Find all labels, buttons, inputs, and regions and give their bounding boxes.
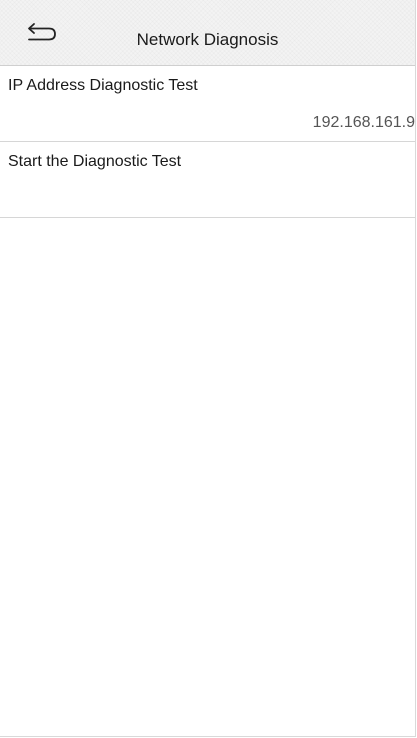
- back-arrow-icon: [20, 20, 60, 50]
- back-button[interactable]: [20, 20, 60, 50]
- menu-item-label: Start the Diagnostic Test: [8, 153, 182, 170]
- page-title: Network Diagnosis: [136, 30, 279, 49]
- menu-item-label: IP Address Diagnostic Test: [8, 77, 198, 94]
- title-bar: Network Diagnosis: [0, 0, 415, 66]
- network-diagnosis-screen: Network Diagnosis IP Address Diagnostic …: [0, 0, 416, 737]
- ip-address-diagnostic-test-item[interactable]: IP Address Diagnostic Test 192.168.161.9: [0, 66, 415, 142]
- start-diagnostic-test-item[interactable]: Start the Diagnostic Test: [0, 142, 415, 218]
- ip-address-value: 192.168.161.9: [312, 114, 415, 131]
- diagnosis-menu: IP Address Diagnostic Test 192.168.161.9…: [0, 66, 415, 218]
